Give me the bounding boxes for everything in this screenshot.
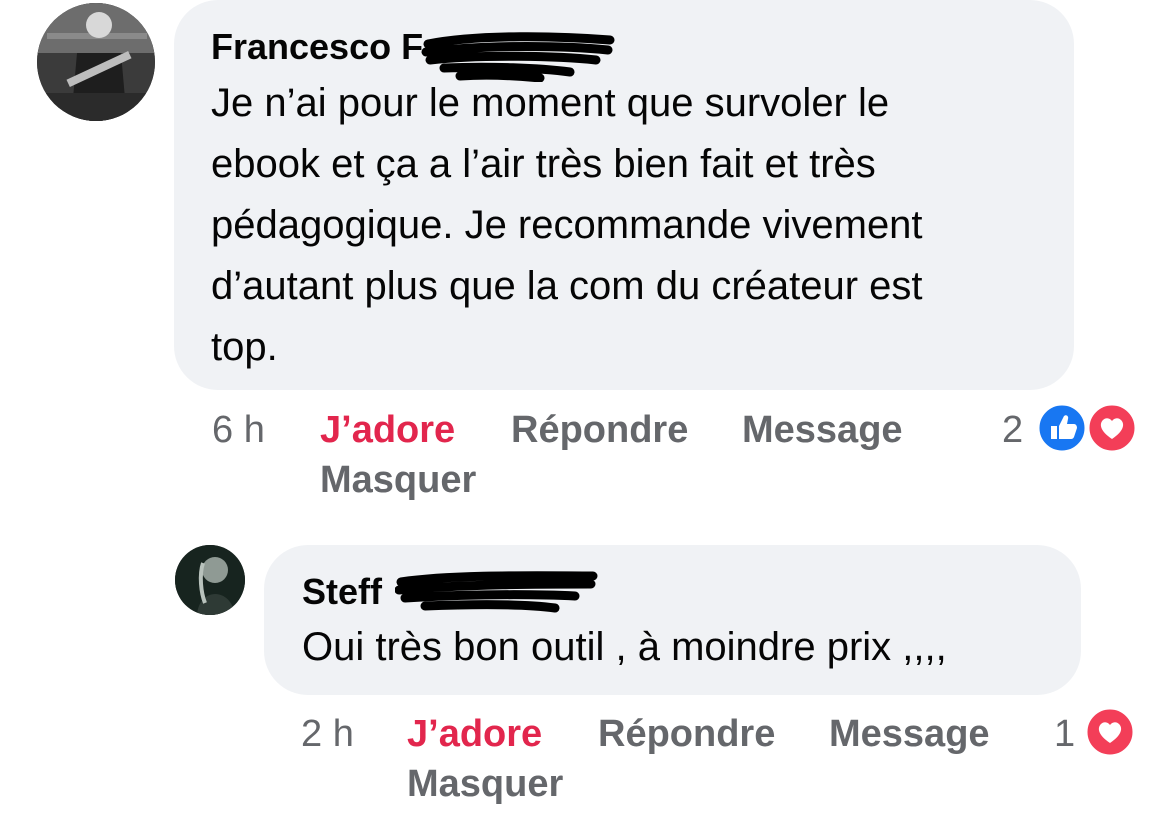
avatar[interactable] xyxy=(175,545,245,615)
avatar-photo xyxy=(37,3,155,121)
comment-text: Oui très bon outil , à moindre prix ,,,, xyxy=(302,625,947,669)
comment-text: Je n’ai pour le moment que survoler le e… xyxy=(211,81,923,369)
reply-button[interactable]: Répondre xyxy=(598,715,775,753)
love-icon[interactable] xyxy=(1084,706,1136,758)
reaction-count[interactable]: 2 xyxy=(1002,411,1023,449)
comment-author[interactable]: Steff xyxy=(302,574,382,610)
comment-author[interactable]: Francesco F xyxy=(211,29,423,65)
avatar[interactable] xyxy=(37,3,155,121)
hide-button[interactable]: Masquer xyxy=(407,765,563,803)
love-icon[interactable] xyxy=(1086,402,1138,454)
like-icon[interactable] xyxy=(1036,402,1088,454)
love-reaction-button[interactable]: J’adore xyxy=(407,715,542,753)
reply-button[interactable]: Répondre xyxy=(511,411,688,449)
hide-button[interactable]: Masquer xyxy=(320,461,476,499)
message-button[interactable]: Message xyxy=(742,411,903,449)
message-button[interactable]: Message xyxy=(829,715,990,753)
redaction-scribble xyxy=(395,571,598,613)
comment-timestamp[interactable]: 2 h xyxy=(301,715,354,753)
avatar-photo xyxy=(175,545,245,615)
comment-timestamp[interactable]: 6 h xyxy=(212,411,265,449)
love-reaction-button[interactable]: J’adore xyxy=(320,411,455,449)
reaction-count[interactable]: 1 xyxy=(1054,715,1075,753)
